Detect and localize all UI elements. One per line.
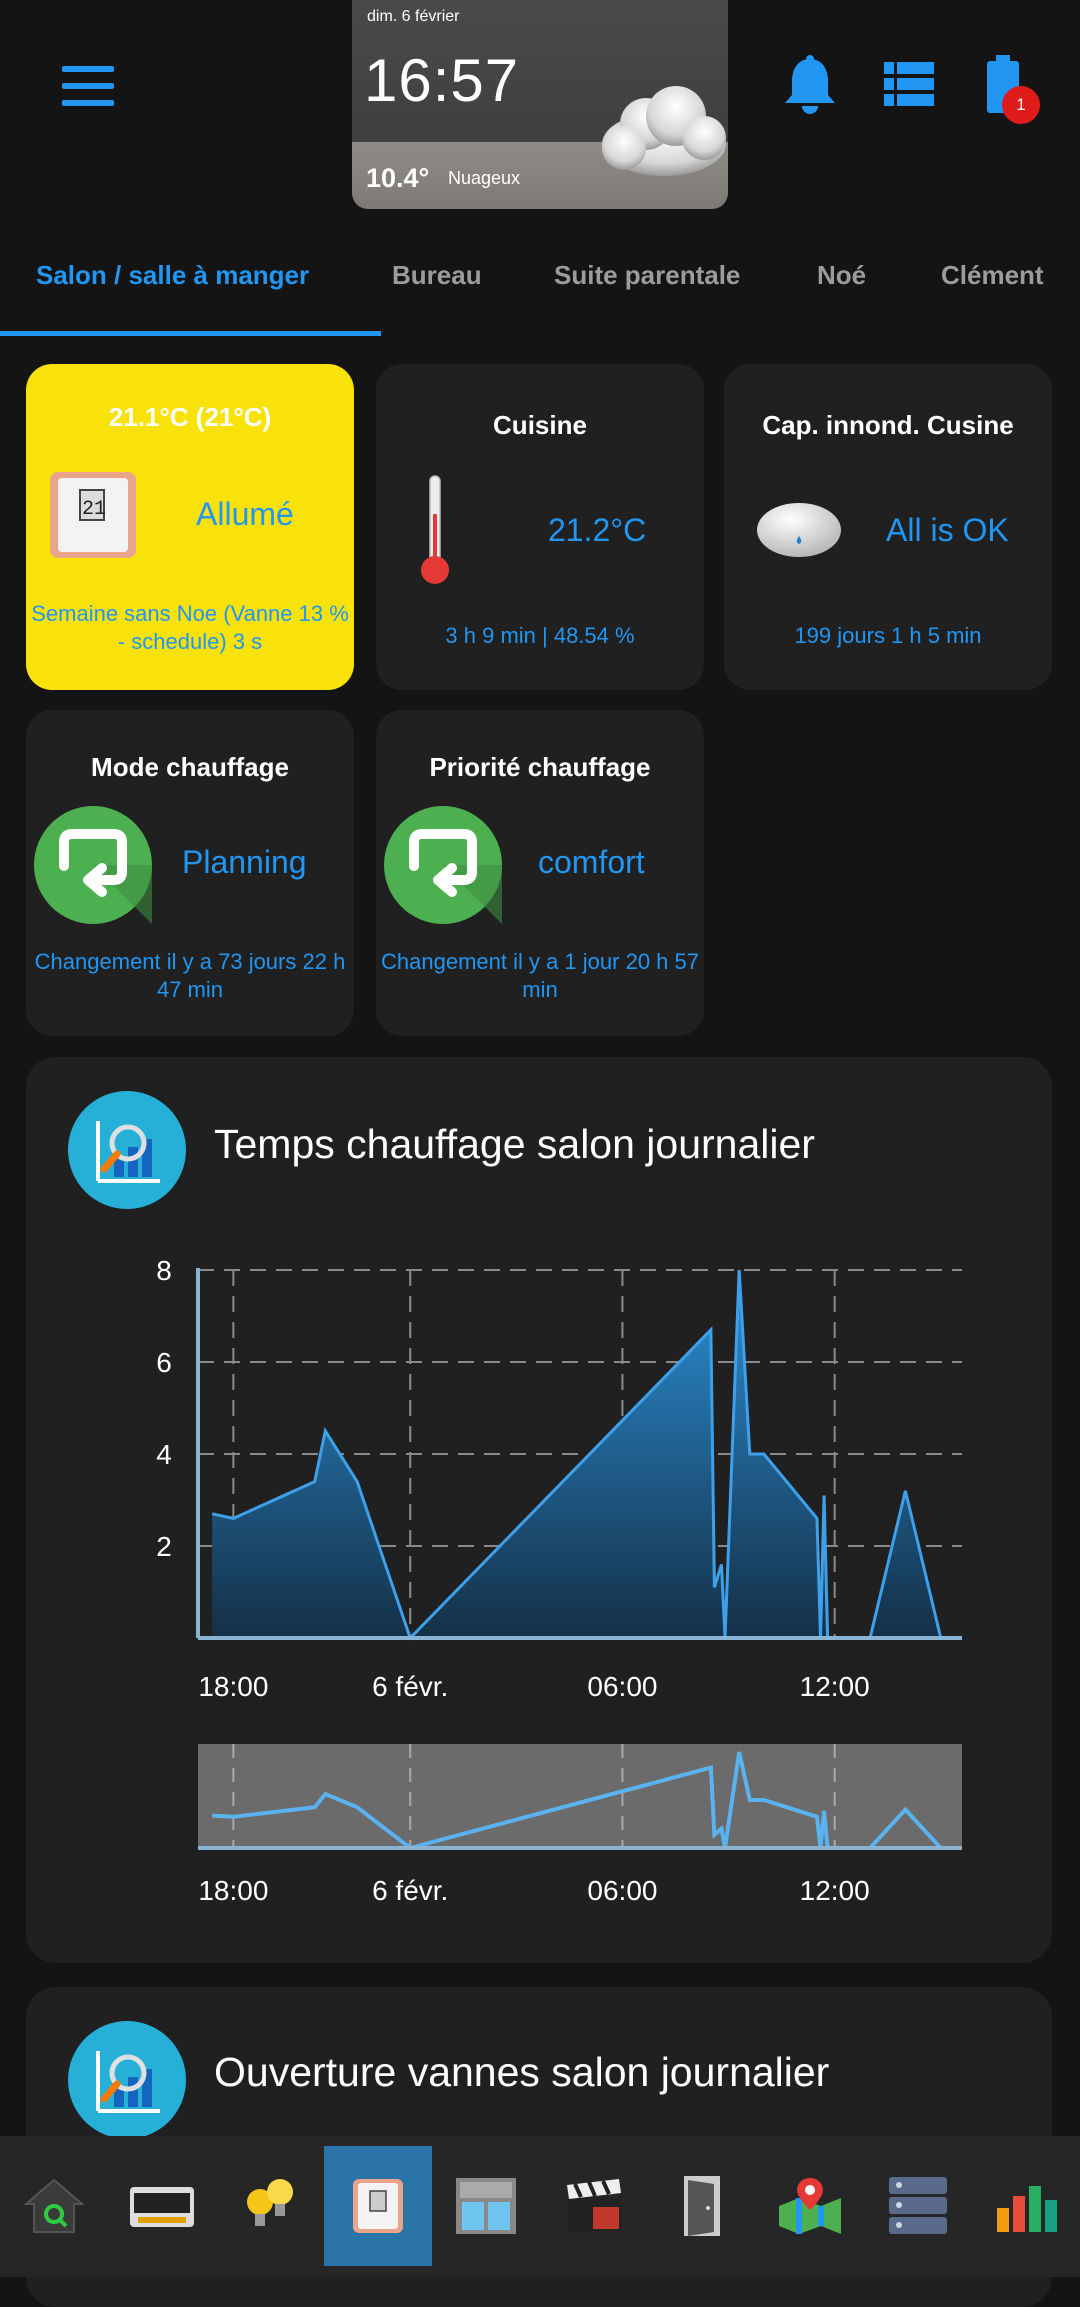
nav-lights[interactable]	[216, 2146, 324, 2266]
thermostat-icon	[353, 2179, 403, 2233]
nav-stats[interactable]	[972, 2146, 1080, 2266]
window-shutter-icon	[456, 2178, 516, 2234]
y-tick-label: 2	[156, 1531, 172, 1562]
y-tick-label: 6	[156, 1347, 172, 1378]
chart-title-2: Ouverture vannes salon journalier	[214, 2049, 830, 2095]
server-icon	[889, 2177, 947, 2234]
x-tick-label: 6 févr.	[372, 1671, 448, 1702]
y-tick-label: 8	[156, 1255, 172, 1286]
x-tick-label: 12:00	[800, 1671, 870, 1702]
nav-doors[interactable]	[648, 2146, 756, 2266]
map-pin-icon	[779, 2178, 841, 2234]
nav-shutters[interactable]	[432, 2146, 540, 2266]
nav-heating[interactable]	[324, 2146, 432, 2266]
navigator-bg	[198, 1744, 962, 1848]
nav-media[interactable]	[108, 2146, 216, 2266]
navigator-tick-label: 06:00	[587, 1875, 657, 1906]
bar-chart-icon	[997, 2186, 1057, 2232]
nav-map[interactable]	[756, 2146, 864, 2266]
bottom-navigation	[0, 2136, 1080, 2277]
navigator-tick-label: 18:00	[198, 1875, 268, 1906]
nav-servers[interactable]	[864, 2146, 972, 2266]
x-tick-label: 18:00	[198, 1671, 268, 1702]
navigator-tick-label: 12:00	[800, 1875, 870, 1906]
light-bulbs-icon	[247, 2179, 293, 2226]
x-tick-label: 06:00	[587, 1671, 657, 1702]
nav-home[interactable]	[0, 2146, 108, 2266]
clapperboard-icon	[567, 2179, 621, 2231]
home-search-icon	[23, 2178, 85, 2233]
nav-scenes[interactable]	[540, 2146, 648, 2266]
heating-area-chart[interactable]: 2 4 6 8 18:00 6 févr. 06:00 12:00 18:00 6 févr. 06…	[0, 0, 1080, 1960]
tv-box-icon	[130, 2187, 194, 2227]
y-tick-label: 4	[156, 1439, 172, 1470]
navigator-tick-label: 6 févr.	[372, 1875, 448, 1906]
door-icon	[684, 2176, 720, 2236]
chart-magnifier-icon	[68, 2021, 186, 2139]
